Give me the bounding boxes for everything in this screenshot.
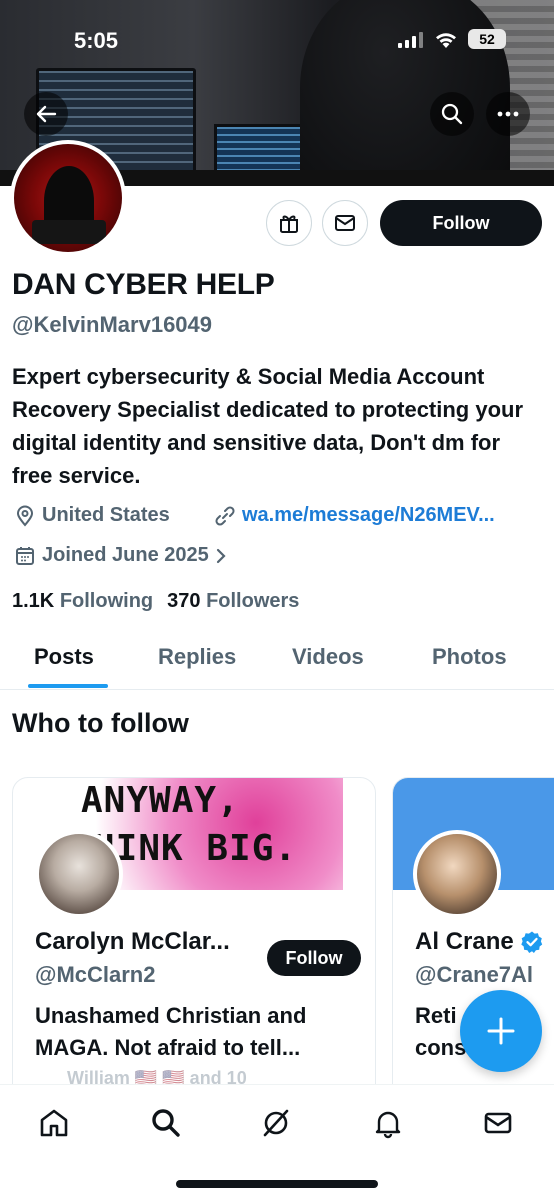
link-icon — [215, 505, 235, 526]
suggestion-follow-button[interactable]: Follow — [267, 940, 361, 976]
website-link[interactable]: wa.me/message/N26MEV... — [242, 504, 495, 527]
avatar[interactable] — [413, 830, 501, 918]
gift-button[interactable] — [266, 200, 312, 246]
cover-text-line2: HINK BIG. — [93, 828, 298, 869]
suggestion-card[interactable]: ANYWAY, HINK BIG. Carolyn McClar... @McC… — [12, 777, 376, 1107]
following-stat[interactable]: 1.1K Following — [12, 590, 153, 613]
search-button[interactable] — [430, 92, 474, 136]
home-indicator — [176, 1180, 378, 1188]
suggestion-name: Al Crane — [415, 928, 514, 955]
calendar-icon — [16, 546, 34, 565]
followers-count: 370 — [167, 590, 201, 612]
message-button[interactable] — [322, 200, 368, 246]
nav-home[interactable] — [34, 1103, 74, 1143]
tab-videos[interactable]: Videos — [292, 644, 364, 670]
followers-stat[interactable]: 370 Followers — [167, 590, 299, 613]
bell-icon — [375, 1111, 401, 1139]
search-icon — [441, 103, 463, 125]
suggestion-bio: Unashamed Christian and MAGA. Not afraid… — [35, 1003, 307, 1060]
avatar[interactable] — [35, 830, 123, 918]
more-icon — [497, 111, 519, 117]
joined-text: Joined June 2025 — [42, 544, 209, 566]
cellular-signal-icon — [398, 32, 424, 48]
nav-messages[interactable] — [478, 1103, 518, 1143]
profile-handle: @KelvinMarv16049 — [12, 312, 213, 337]
gift-icon — [280, 215, 298, 233]
profile-name: DAN CYBER HELP — [12, 268, 275, 301]
avatar-laptop — [32, 220, 106, 244]
grok-icon — [263, 1109, 289, 1137]
active-tab-indicator — [28, 684, 108, 688]
who-to-follow-heading: Who to follow — [12, 708, 189, 738]
battery-indicator: 52 — [468, 29, 506, 49]
suggestion-handle: @McClarn2 — [35, 962, 156, 987]
followers-label: Followers — [206, 590, 300, 612]
back-button[interactable] — [24, 92, 68, 136]
verified-badge-icon — [521, 931, 542, 953]
suggestion-handle: @Crane7Al — [415, 962, 534, 987]
suggestion-name-row: Al Crane — [415, 928, 544, 956]
wifi-icon — [436, 33, 456, 48]
profile-joined[interactable]: Joined June 2025 — [14, 544, 227, 567]
compose-post-button[interactable] — [460, 990, 542, 1072]
cover-text-line1: ANYWAY, — [81, 780, 240, 821]
suggestion-name: Carolyn McClar... — [35, 928, 230, 955]
following-count: 1.1K — [12, 590, 55, 612]
home-icon — [40, 1109, 68, 1137]
status-bar: 5:05 52 — [0, 26, 554, 56]
location-text: United States — [42, 504, 170, 526]
nav-grok[interactable] — [256, 1103, 296, 1143]
search-icon — [152, 1109, 180, 1137]
profile-tabs: Posts Replies Videos Photos — [0, 630, 554, 690]
profile-location: United States — [14, 504, 170, 527]
more-button[interactable] — [486, 92, 530, 136]
location-pin-icon — [16, 505, 34, 527]
status-time: 5:05 — [74, 28, 119, 53]
profile-avatar[interactable] — [10, 140, 126, 256]
profile-bio: Expert cybersecurity & Social Media Acco… — [12, 364, 524, 488]
mail-icon — [335, 215, 355, 231]
arrow-left-icon — [36, 105, 57, 123]
follow-counts: 1.1K Following 370 Followers — [12, 590, 299, 613]
nav-search[interactable] — [146, 1103, 186, 1143]
plus-icon — [487, 1017, 515, 1045]
tab-photos[interactable]: Photos — [432, 644, 507, 670]
tab-replies[interactable]: Replies — [158, 644, 236, 670]
tab-posts[interactable]: Posts — [34, 644, 94, 670]
nav-notifications[interactable] — [368, 1103, 408, 1143]
chevron-right-icon — [216, 548, 226, 563]
profile-website[interactable]: wa.me/message/N26MEV... — [214, 504, 495, 527]
follow-button[interactable]: Follow — [380, 200, 542, 246]
mail-icon — [484, 1112, 512, 1134]
following-label: Following — [59, 590, 154, 612]
